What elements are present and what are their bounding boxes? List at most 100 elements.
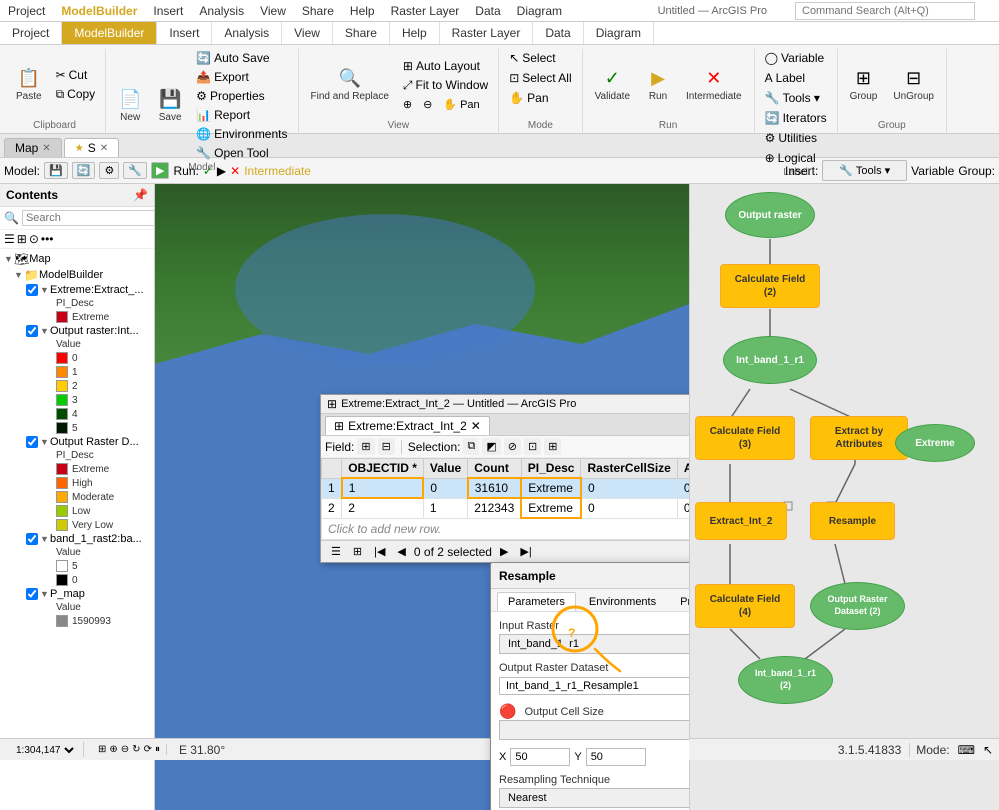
ungroup-button[interactable]: ⊟ UnGroup — [887, 64, 940, 106]
mb-node-calc-field-3[interactable]: Calculate Field(3) — [695, 416, 795, 460]
environments-button[interactable]: 🌐 Environments — [192, 125, 291, 143]
zoom-in-button[interactable]: ⊕ — [399, 96, 416, 113]
mb-run-btn[interactable]: ▶ — [151, 162, 169, 179]
menu-data[interactable]: Data — [475, 4, 500, 18]
tree-item-extreme-extract[interactable]: ▼ Extreme:Extract_... — [22, 283, 154, 297]
col-header-rastercellsize[interactable]: RasterCellSize — [581, 459, 677, 479]
cell-count[interactable]: 31610 — [468, 478, 522, 498]
zoom-in-status-btn[interactable]: ⊕ — [109, 744, 117, 755]
cell-pidesc[interactable]: Extreme — [521, 478, 581, 498]
checkbox-output-raster[interactable] — [26, 325, 38, 337]
tab-share[interactable]: Share — [333, 22, 390, 44]
tree-item-band[interactable]: ▼ band_1_rast2:ba... — [22, 532, 154, 546]
export-button[interactable]: 📤 Export — [192, 68, 291, 86]
col-header-value[interactable]: Value — [423, 459, 467, 479]
col-header-objectid[interactable]: OBJECTID * — [342, 459, 424, 479]
field-btn-2[interactable]: ⊟ — [378, 438, 395, 455]
mb-node-extract-int2[interactable]: Extract_Int_2 — [695, 502, 787, 540]
scale-selector[interactable]: 1:304,147 — [6, 742, 84, 757]
attr-tab-extract[interactable]: ⊞ Extreme:Extract_Int_2 ✕ — [325, 416, 490, 435]
sync-btn[interactable]: ⟳ — [144, 744, 152, 755]
keyboard-btn[interactable]: ⌨ — [958, 743, 975, 757]
utilities-button[interactable]: ⚙ Utilities — [761, 129, 821, 147]
mb-node-extract-by-attr[interactable]: Extract byAttributes — [810, 416, 908, 460]
field-btn-1[interactable]: ⊞ — [357, 438, 374, 455]
mb-node-calc-field-4[interactable]: Calculate Field(4) — [695, 584, 795, 628]
cell-areaclass[interactable]: 0 — [677, 478, 689, 498]
tab-map-close[interactable]: ✕ — [42, 143, 50, 154]
mb-node-calc-field-2[interactable]: Calculate Field(2) — [720, 264, 820, 308]
cell-count[interactable]: 212343 — [468, 498, 522, 518]
footer-nav-last[interactable]: ▶| — [516, 543, 535, 560]
zoom-out-button[interactable]: ⊖ — [419, 96, 436, 113]
menu-diagram[interactable]: Diagram — [517, 4, 562, 18]
sel-btn-2[interactable]: ◩ — [482, 438, 500, 455]
group-button[interactable]: ⊞ Group — [844, 64, 884, 106]
cell-objectid[interactable]: 1 — [342, 478, 424, 498]
menu-project[interactable]: Project — [8, 4, 45, 18]
tree-item-map[interactable]: ▼ 🗺 Map — [0, 251, 154, 267]
play-pause-btn[interactable]: ⏸ — [155, 744, 160, 755]
tab-project[interactable]: Project — [0, 22, 62, 44]
x-input[interactable] — [510, 748, 570, 766]
tab-data[interactable]: Data — [533, 22, 583, 44]
menu-analysis[interactable]: Analysis — [199, 4, 244, 18]
cell-pidesc[interactable]: Extreme — [521, 498, 581, 518]
tab-s[interactable]: ★ S ✕ — [64, 138, 119, 157]
col-header-rownum[interactable] — [322, 459, 342, 479]
col-header-areaclass[interactable]: Area_Class — [677, 459, 689, 479]
tree-item-output-raster[interactable]: ▼ Output raster:Int... — [22, 324, 154, 338]
col-header-count[interactable]: Count — [468, 459, 522, 479]
pan-button[interactable]: ✋ Pan — [439, 96, 483, 113]
footer-nav-first[interactable]: |◀ — [370, 543, 389, 560]
find-replace-button[interactable]: 🔍 Find and Replace — [305, 64, 395, 106]
label-button[interactable]: A Label — [761, 69, 809, 87]
mb-node-output-raster[interactable]: Output raster — [725, 192, 815, 238]
dialog-tab-properties[interactable]: Properties — [669, 592, 689, 611]
footer-table-btn[interactable]: ⊞ — [349, 543, 366, 560]
iterators-button[interactable]: 🔄 Iterators — [761, 109, 831, 127]
command-search[interactable] — [795, 2, 975, 20]
run-button[interactable]: ▶ Run — [640, 64, 676, 106]
dialog-tab-environments[interactable]: Environments — [578, 592, 667, 611]
cell-areaclass[interactable]: 0 — [677, 498, 689, 518]
menu-view[interactable]: View — [260, 4, 286, 18]
footer-nav-prev[interactable]: ◀ — [393, 543, 409, 560]
cell-value[interactable]: 1 — [423, 498, 467, 518]
output-dataset-input[interactable] — [499, 677, 689, 695]
checkbox-pmap[interactable] — [26, 588, 38, 600]
auto-layout-button[interactable]: ⊞ Auto Layout — [399, 57, 492, 75]
cell-rastercellsize[interactable]: 0 — [581, 498, 677, 518]
tools-button[interactable]: 🔧 Tools ▾ — [761, 89, 824, 107]
cell-value[interactable]: 0 — [423, 478, 467, 498]
output-cell-size-select[interactable] — [499, 720, 689, 740]
sel-btn-3[interactable]: ⊘ — [504, 438, 521, 455]
mb-node-output-raster-ds2[interactable]: Output RasterDataset (2) — [810, 582, 905, 630]
tab-diagram[interactable]: Diagram — [584, 22, 654, 44]
footer-list-btn[interactable]: ☰ — [327, 543, 345, 560]
tree-item-modelbuilder[interactable]: ▼ 📁 ModelBuilder — [10, 267, 154, 283]
menu-insert[interactable]: Insert — [153, 4, 183, 18]
paste-button[interactable]: 📋 Paste — [10, 64, 48, 106]
mb-save-btn[interactable]: 💾 — [44, 162, 68, 179]
cut-button[interactable]: ✂ Cut — [52, 66, 100, 84]
extent-btn[interactable]: ⊞ — [98, 744, 106, 755]
sel-btn-1[interactable]: ⧉ — [463, 438, 479, 455]
tab-insert[interactable]: Insert — [157, 22, 212, 44]
mb-node-extreme[interactable]: Extreme — [895, 424, 975, 462]
tree-item-output-raster-d[interactable]: ▼ Output Raster D... — [22, 435, 154, 449]
select-button[interactable]: ↖ Select — [505, 49, 559, 67]
properties-button[interactable]: ⚙ Properties — [192, 87, 291, 105]
copy-button[interactable]: ⧉ Copy — [52, 85, 100, 104]
tab-raster-layer[interactable]: Raster Layer — [440, 22, 534, 44]
mb-tools-dropdown[interactable]: 🔧 Tools ▾ — [822, 160, 907, 181]
menu-share[interactable]: Share — [302, 4, 334, 18]
save-button[interactable]: 💾 Save — [152, 85, 188, 127]
mb-tool-btn[interactable]: 🔧 — [123, 162, 147, 179]
mb-refresh-btn[interactable]: 🔄 — [72, 162, 96, 179]
sel-btn-4[interactable]: ⊡ — [524, 438, 541, 455]
mb-node-resample[interactable]: Resample — [810, 502, 895, 540]
checkbox-extreme-extract[interactable] — [26, 284, 38, 296]
menu-raster-layer[interactable]: Raster Layer — [391, 4, 460, 18]
tab-analysis[interactable]: Analysis — [212, 22, 282, 44]
